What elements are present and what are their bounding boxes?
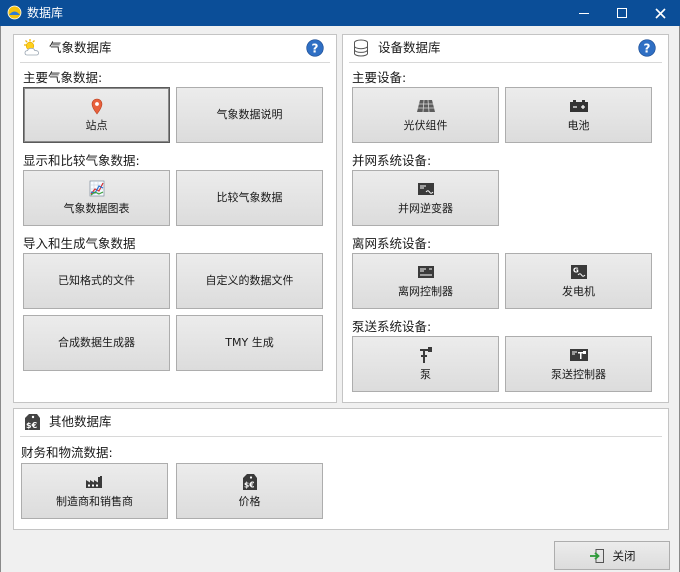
- exit-icon: [589, 548, 604, 563]
- svg-text:G: G: [573, 267, 579, 275]
- finance-logistics-label: 财务和物流数据:: [21, 445, 113, 460]
- known-format-file-label: 已知格式的文件: [58, 274, 135, 287]
- weather-charts-button[interactable]: 气象数据图表: [23, 170, 170, 226]
- other-panel-header: $€ 其他数据库: [14, 409, 668, 435]
- weather-panel-title: 气象数据库: [49, 40, 112, 55]
- equipment-panel-title: 设备数据库: [378, 40, 441, 55]
- display-compare-label: 显示和比较气象数据:: [23, 153, 140, 168]
- generator-label: 发电机: [562, 285, 595, 298]
- battery-icon: [569, 97, 589, 115]
- factory-icon: [85, 473, 105, 491]
- close-label: 关闭: [612, 548, 636, 563]
- compare-weather-label: 比较气象数据: [216, 191, 283, 204]
- weather-description-button[interactable]: 气象数据说明: [176, 87, 323, 143]
- custom-data-file-button[interactable]: 自定义的数据文件: [176, 253, 323, 309]
- controller-icon: [417, 263, 435, 281]
- weather-database-panel: 气象数据库 ? 主要气象数据: 站点 气象数据说明 显示和比较气象数据: 气象数…: [13, 34, 337, 403]
- manufacturers-label: 制造商和销售商: [56, 495, 133, 508]
- price-tag-icon: $€: [241, 473, 259, 491]
- offgrid-controller-button[interactable]: 离网控制器: [352, 253, 499, 309]
- window-title: 数据库: [27, 6, 64, 20]
- generator-icon: G: [570, 263, 588, 281]
- app-logo-icon: [7, 5, 22, 20]
- sun-cloud-icon: [24, 39, 39, 56]
- compare-weather-button[interactable]: 比较气象数据: [176, 170, 323, 226]
- close-dialog-button[interactable]: 关闭: [554, 541, 670, 570]
- pump-label: 泵: [420, 368, 431, 381]
- help-icon[interactable]: ?: [638, 39, 656, 57]
- minimize-button[interactable]: [565, 0, 603, 26]
- equipment-database-panel: 设备数据库 ? 主要设备: 光伏组件 电池 并网系统设备: 并网逆变器 离网系统…: [342, 34, 669, 403]
- equipment-panel-header: 设备数据库 ?: [343, 35, 668, 61]
- inverter-icon: [417, 180, 435, 198]
- weather-description-label: 气象数据说明: [216, 108, 283, 121]
- prices-button[interactable]: $€ 价格: [176, 463, 323, 519]
- svg-text:?: ?: [312, 41, 319, 55]
- help-icon[interactable]: ?: [306, 39, 324, 57]
- pump-controller-button[interactable]: 泵送控制器: [505, 336, 652, 392]
- battery-label: 电池: [567, 119, 590, 132]
- manufacturers-button[interactable]: 制造商和销售商: [21, 463, 168, 519]
- synthetic-generator-button[interactable]: 合成数据生成器: [23, 315, 170, 371]
- grid-equipment-label: 并网系统设备:: [352, 153, 432, 168]
- svg-text:$€: $€: [26, 421, 38, 430]
- maximize-button[interactable]: [603, 0, 641, 26]
- window-close-button[interactable]: [641, 0, 679, 26]
- pump-button[interactable]: 泵: [352, 336, 499, 392]
- main-equipment-label: 主要设备:: [352, 70, 407, 85]
- known-format-file-button[interactable]: 已知格式的文件: [23, 253, 170, 309]
- custom-data-file-label: 自定义的数据文件: [205, 274, 294, 287]
- prices-label: 价格: [238, 495, 261, 508]
- sites-label: 站点: [85, 119, 108, 132]
- location-pin-icon: [91, 97, 103, 115]
- tmy-generation-button[interactable]: TMY 生成: [176, 315, 323, 371]
- pump-controller-label: 泵送控制器: [551, 368, 606, 381]
- title-bar: 数据库: [0, 0, 680, 26]
- solar-panel-icon: [416, 97, 436, 115]
- minimize-icon: [579, 13, 589, 14]
- import-generate-label: 导入和生成气象数据: [23, 236, 136, 251]
- maximize-icon: [617, 8, 627, 18]
- main-weather-data-label: 主要气象数据:: [23, 70, 103, 85]
- other-database-panel: $€ 其他数据库 财务和物流数据: 制造商和销售商 $€ 价格: [13, 408, 669, 530]
- panel-divider: [20, 62, 330, 63]
- sites-button[interactable]: 站点: [23, 87, 170, 143]
- pv-module-button[interactable]: 光伏组件: [352, 87, 499, 143]
- database-window: 气象数据库 ? 主要气象数据: 站点 气象数据说明 显示和比较气象数据: 气象数…: [0, 26, 680, 572]
- pump-icon: [419, 346, 433, 364]
- panel-divider: [349, 62, 662, 63]
- generator-button[interactable]: G 发电机: [505, 253, 652, 309]
- grid-inverter-label: 并网逆变器: [398, 202, 453, 215]
- grid-inverter-button[interactable]: 并网逆变器: [352, 170, 499, 226]
- pump-equipment-label: 泵送系统设备:: [352, 319, 432, 334]
- chart-icon: [88, 180, 106, 198]
- pv-module-label: 光伏组件: [403, 119, 448, 132]
- svg-text:?: ?: [644, 41, 651, 55]
- price-tag-icon: $€: [25, 414, 40, 430]
- offgrid-controller-label: 离网控制器: [398, 285, 453, 298]
- database-icon: [354, 39, 368, 57]
- weather-charts-label: 气象数据图表: [63, 202, 130, 215]
- other-panel-title: 其他数据库: [49, 414, 112, 429]
- panel-divider: [20, 436, 662, 437]
- svg-text:$€: $€: [244, 481, 254, 490]
- synthetic-generator-label: 合成数据生成器: [58, 336, 135, 349]
- battery-button[interactable]: 电池: [505, 87, 652, 143]
- pump-controller-icon: [569, 346, 589, 364]
- weather-panel-header: 气象数据库 ?: [14, 35, 336, 61]
- close-icon: [654, 7, 666, 19]
- offgrid-equipment-label: 离网系统设备:: [352, 236, 432, 251]
- tmy-generation-label: TMY 生成: [225, 336, 274, 349]
